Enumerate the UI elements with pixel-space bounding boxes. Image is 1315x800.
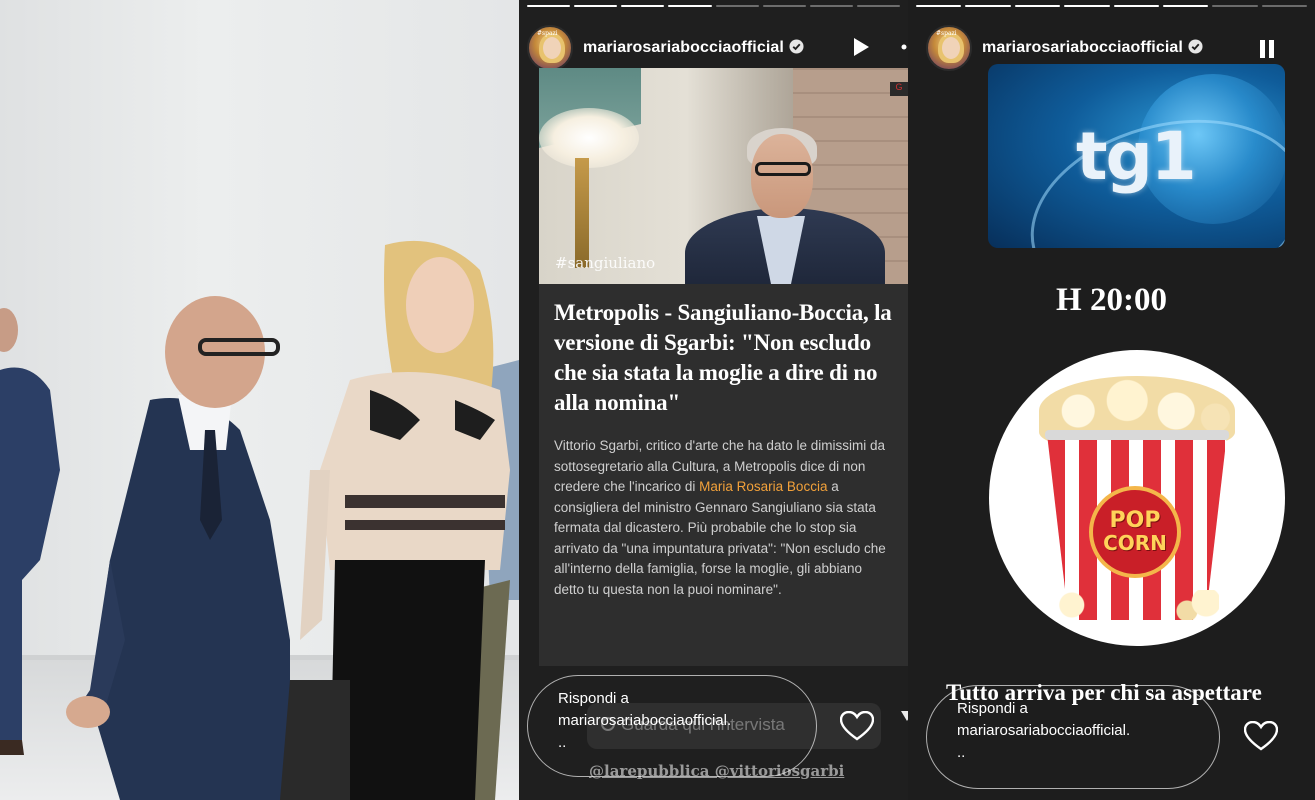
story-progress-bar	[916, 5, 1307, 7]
article-headline: Metropolis - Sangiuliano-Boccia, la vers…	[554, 300, 892, 415]
play-icon[interactable]	[850, 36, 872, 58]
tg1-logo: tg1	[1076, 118, 1197, 195]
photo-people	[0, 240, 519, 800]
video-corner-icon: G	[890, 82, 908, 96]
avatar[interactable]: #spazi	[926, 25, 972, 71]
news-photo	[0, 0, 519, 800]
send-icon[interactable]	[901, 711, 908, 721]
verified-badge-icon	[789, 39, 804, 54]
verified-badge-icon	[1188, 39, 1203, 54]
popcorn-image: POP CORN	[989, 350, 1285, 646]
username[interactable]: mariarosariabocciaofficial	[583, 39, 804, 57]
article-body: Vittorio Sgarbi, critico d'arte che ha d…	[554, 438, 886, 597]
popcorn-badge: POP CORN	[1089, 486, 1181, 578]
tg1-image: tg1	[988, 64, 1285, 248]
story-panel-sgarbi[interactable]: #spazi mariarosariabocciaofficial G #san…	[519, 0, 908, 800]
article-card: Metropolis - Sangiuliano-Boccia, la vers…	[539, 284, 908, 666]
avatar[interactable]: #spazi	[527, 25, 573, 71]
pause-icon[interactable]	[1256, 38, 1278, 60]
like-heart-icon[interactable]	[840, 711, 874, 741]
reply-input[interactable]: Rispondi a mariarosariabocciaofficial. .…	[926, 685, 1220, 789]
time-title: H 20:00	[1056, 282, 1167, 318]
mentions[interactable]: @larepubblica @vittoriosgarbi	[589, 762, 844, 780]
username[interactable]: mariarosariabocciaofficial	[982, 39, 1203, 57]
more-options-icon[interactable]	[893, 36, 908, 58]
article-highlight: Maria Rosaria Boccia	[699, 479, 828, 494]
video-thumbnail[interactable]: G #sangiuliano	[539, 68, 908, 284]
story-header: #spazi mariarosariabocciaofficial	[527, 24, 900, 72]
story-progress-bar	[527, 5, 900, 7]
story-panel-tg1[interactable]: #spazi mariarosariabocciaofficial tg1 H …	[908, 0, 1315, 800]
video-hashtag: #sangiuliano	[555, 254, 656, 272]
like-heart-icon[interactable]	[1244, 721, 1278, 751]
